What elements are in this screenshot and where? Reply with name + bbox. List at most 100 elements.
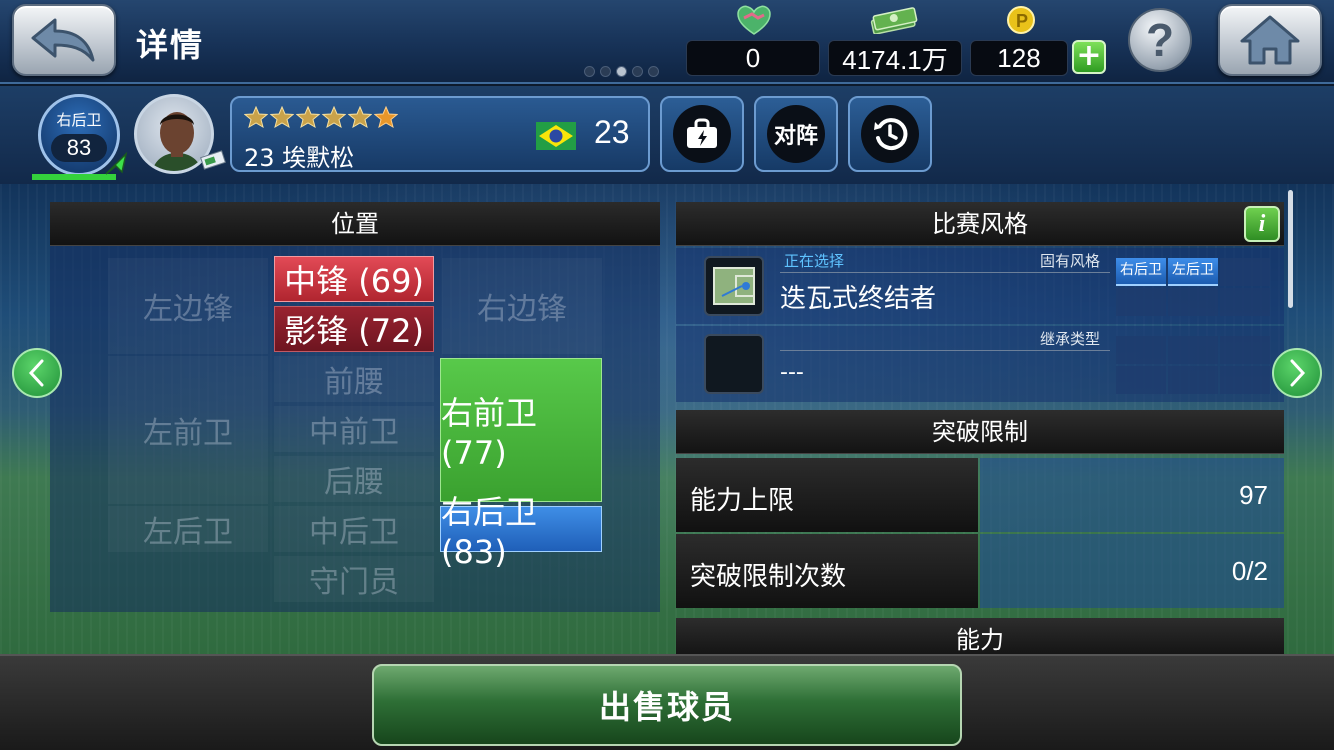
playstyle-name: 迭瓦式终结者 [780,284,937,314]
playstyle-position-tag: 左后卫 [1168,258,1218,286]
contract-circle [673,105,731,163]
playstyle-icon [704,256,764,316]
playstyle-position-empty [1116,288,1166,316]
previous-player-button[interactable] [12,348,62,398]
position-dmf[interactable]: 后腰 [274,456,434,502]
info-icon: i [1258,211,1266,237]
help-button[interactable]: ? [1128,8,1192,72]
home-icon [1240,15,1300,65]
home-button[interactable] [1218,4,1322,76]
ability-header: 能力 [676,618,1284,658]
fixed-style-label: 固有风格 [1040,252,1101,270]
money-stack-icon [870,7,918,34]
position-panel-header: 位置 [50,202,660,246]
page-dot [632,66,643,77]
handshake-icon [737,5,771,35]
page-indicator [584,66,659,77]
limit-break-count-value: 0/2 [1231,556,1268,586]
playstyle-header: 比赛风格 i [676,202,1284,246]
page-title: 详情 [136,26,205,64]
player-summary-strip: 右后卫 83 23 埃默松 23 对阵 [0,86,1334,184]
contract-button[interactable] [660,96,744,172]
star-icon [322,106,346,128]
playstyle-position-empty [1220,288,1270,316]
position-rmf-chip[interactable]: 右前卫 (77) [440,358,602,502]
inherited-playstyle-row[interactable]: 继承类型 --- [676,326,1284,402]
position-lw[interactable]: 左边锋 [108,258,268,354]
ability-cap-row: 能力上限 97 [676,458,1284,532]
limit-break-count-label: 突破限制次数 [690,562,847,592]
position-cb[interactable]: 中后卫 [274,506,434,552]
playstyle-header-label: 比赛风格 [932,210,1028,238]
inherit-position-empty [1168,336,1218,364]
star-icon [244,106,268,128]
back-button[interactable] [12,4,116,76]
card-tag-icon [200,150,226,170]
playstyle-info-button[interactable]: i [1244,206,1280,242]
sell-player-button[interactable]: 出售球员 [372,664,962,746]
position-cmf[interactable]: 中前卫 [274,406,434,452]
coin-counter: 128 [970,40,1068,76]
position-lmf[interactable]: 左前卫 [108,356,268,504]
player-name: 23 埃默松 [244,144,355,172]
inherit-position-empty [1116,366,1166,394]
limit-break-header: 突破限制 [676,410,1284,454]
chevron-left-icon [28,359,44,387]
page-dot [600,66,611,77]
chevron-right-icon [1290,359,1306,387]
history-button[interactable] [848,96,932,172]
player-stars [244,106,398,128]
history-clock-icon [874,118,908,151]
inherit-label: 继承类型 [1040,330,1101,348]
selected-tag: 正在选择 [784,252,845,270]
player-position: 右后卫 [56,111,102,129]
inherited-playstyle-icon [704,334,764,394]
star-icon [348,106,372,128]
ability-cap-label: 能力上限 [690,486,795,516]
star-icon [296,106,320,128]
gp-money-counter: 4174.1万 [828,40,962,76]
star-icon [374,106,398,128]
page-dot [648,66,659,77]
details-panel: 比赛风格 i 正在选择 固有风格 迭瓦式终结者 右后卫 左后卫 继承类型 ---… [676,202,1284,658]
bottom-bar: 出售球员 [0,654,1334,750]
question-mark-icon: ? [1145,14,1175,66]
back-arrow-icon [31,18,95,62]
position-panel: 位置 左边锋 右边锋 前腰 左前卫 中前卫 后腰 左后卫 中后卫 守门员 中锋 … [50,202,660,612]
playstyle-positions: 右后卫 左后卫 [1116,258,1272,316]
position-ss-chip[interactable]: 影锋 (72) [274,306,434,352]
position-gk[interactable]: 守门员 [274,556,434,602]
playstyle-position-empty [1220,258,1270,286]
playstyle-position-tag: 右后卫 [1116,258,1166,286]
condition-arrow-icon [105,152,128,175]
player-rating: 83 [51,134,107,162]
limit-break-count-row: 突破限制次数 0/2 [676,534,1284,608]
playstyle-position-empty [1168,288,1218,316]
inherit-position-empty [1116,336,1166,364]
buy-coins-plus-button[interactable]: + [1072,40,1106,74]
page-dot-active [616,66,627,77]
divider [780,350,1110,351]
details-scrollbar[interactable] [1288,190,1293,308]
position-rb-chip[interactable]: 右后卫 (83) [440,493,602,571]
player-age: 23 [594,114,630,150]
reputation-counter: 0 [686,40,820,76]
matchup-button[interactable]: 对阵 [754,96,838,172]
inherit-positions [1116,336,1272,394]
position-rw[interactable]: 右边锋 [442,258,602,354]
position-lb[interactable]: 左后卫 [108,506,268,552]
star-icon [270,106,294,128]
brazil-flag-icon [536,122,576,150]
history-circle [861,105,919,163]
page-dot [584,66,595,77]
inherit-position-empty [1220,366,1270,394]
inherit-position-empty [1168,366,1218,394]
current-playstyle-row[interactable]: 正在选择 固有风格 迭瓦式终结者 右后卫 左后卫 [676,248,1284,324]
contract-bag-icon [687,118,717,148]
inherit-value: --- [780,360,804,385]
svg-text:P: P [1016,11,1028,31]
position-cf-chip[interactable]: 中锋 (69) [274,256,434,302]
pitch-diagram-icon [713,267,755,305]
position-amf[interactable]: 前腰 [274,356,434,402]
next-player-button[interactable] [1272,348,1322,398]
